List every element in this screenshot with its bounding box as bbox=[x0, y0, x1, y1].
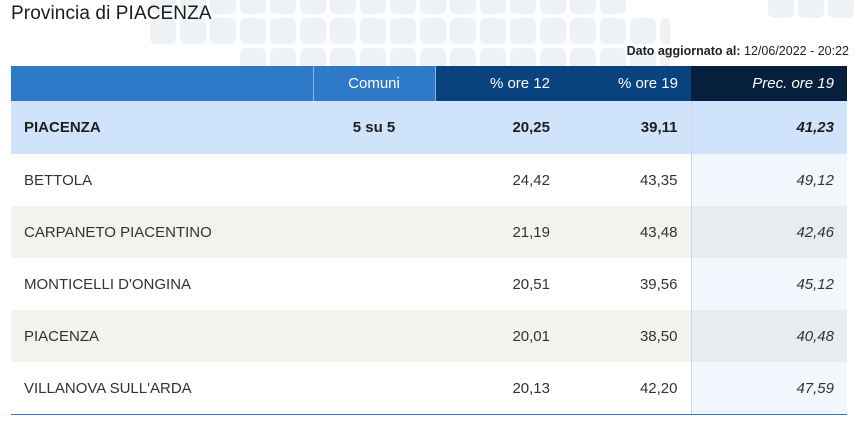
row-ore-12: 24,42 bbox=[435, 154, 563, 206]
decoration-square bbox=[330, 0, 356, 14]
decoration-square bbox=[630, 18, 656, 44]
row-name: VILLANOVA SULL'ARDA bbox=[11, 362, 313, 415]
row-prec-ore-19: 47,59 bbox=[690, 362, 847, 415]
decoration-square bbox=[420, 0, 446, 14]
decoration-square bbox=[240, 18, 266, 44]
decoration-square bbox=[420, 18, 446, 44]
row-name: BETTOLA bbox=[11, 154, 313, 206]
decoration-square bbox=[480, 0, 506, 14]
row-comuni bbox=[313, 362, 435, 415]
decoration-square bbox=[540, 48, 566, 68]
decoration-square bbox=[570, 18, 596, 44]
decoration-square bbox=[300, 48, 326, 68]
decoration-square bbox=[300, 0, 326, 14]
header-decoration bbox=[150, 0, 670, 68]
decoration-square bbox=[828, 0, 854, 18]
decoration-square bbox=[768, 0, 794, 18]
decoration-square bbox=[480, 18, 506, 44]
decoration-square bbox=[510, 0, 536, 14]
decoration-square bbox=[210, 0, 236, 14]
row-name: PIACENZA bbox=[11, 310, 313, 362]
decoration-square bbox=[270, 0, 296, 14]
decoration-square bbox=[360, 0, 386, 14]
decoration-square bbox=[600, 18, 626, 44]
table-row[interactable]: BETTOLA 24,42 43,35 49,12 bbox=[11, 154, 847, 206]
decoration-square bbox=[570, 0, 596, 14]
row-ore-19: 42,20 bbox=[563, 362, 691, 415]
decoration-square bbox=[480, 48, 506, 68]
table-row[interactable]: CARPANETO PIACENTINO 21,19 43,48 42,46 bbox=[11, 206, 847, 258]
row-comuni bbox=[313, 258, 435, 310]
decoration-square bbox=[450, 18, 476, 44]
row-comuni bbox=[313, 206, 435, 258]
header-decoration-right bbox=[760, 0, 855, 50]
row-prec-ore-19: 49,12 bbox=[690, 154, 847, 206]
province-total-row[interactable]: PIACENZA 5 su 5 20,25 39,11 41,23 bbox=[11, 101, 847, 154]
table-row[interactable]: PIACENZA 20,01 38,50 40,48 bbox=[11, 310, 847, 362]
decoration-square bbox=[600, 48, 626, 68]
decoration-square bbox=[450, 0, 476, 14]
table-row[interactable]: VILLANOVA SULL'ARDA 20,13 42,20 47,59 bbox=[11, 362, 847, 415]
total-prec-ore-19: 41,23 bbox=[690, 101, 847, 154]
decoration-square bbox=[510, 48, 536, 68]
header-ore-19[interactable]: % ore 19 bbox=[563, 66, 691, 101]
decoration-square bbox=[570, 48, 596, 68]
decoration-square bbox=[240, 0, 266, 14]
decoration-square bbox=[240, 48, 266, 68]
decoration-square bbox=[390, 48, 416, 68]
decoration-square bbox=[798, 0, 824, 18]
update-label: Dato aggiornato al: bbox=[626, 44, 741, 58]
total-ore-12: 20,25 bbox=[435, 101, 563, 154]
table-row[interactable]: MONTICELLI D'ONGINA 20,51 39,56 45,12 bbox=[11, 258, 847, 310]
row-ore-19: 43,48 bbox=[563, 206, 691, 258]
decoration-square bbox=[660, 18, 670, 44]
row-prec-ore-19: 42,46 bbox=[690, 206, 847, 258]
header-name bbox=[11, 66, 314, 101]
row-ore-19: 38,50 bbox=[563, 310, 691, 362]
row-ore-19: 43,35 bbox=[563, 154, 691, 206]
row-ore-12: 20,01 bbox=[435, 310, 563, 362]
turnout-table: Comuni % ore 12 % ore 19 Prec. ore 19 PI… bbox=[11, 66, 847, 415]
decoration-square bbox=[540, 18, 566, 44]
row-name: MONTICELLI D'ONGINA bbox=[11, 258, 313, 310]
row-ore-12: 20,51 bbox=[435, 258, 563, 310]
row-ore-19: 39,56 bbox=[563, 258, 691, 310]
total-comuni: 5 su 5 bbox=[313, 101, 435, 154]
row-ore-12: 20,13 bbox=[435, 362, 563, 415]
decoration-square bbox=[270, 48, 296, 68]
row-prec-ore-19: 45,12 bbox=[690, 258, 847, 310]
total-name: PIACENZA bbox=[11, 101, 313, 154]
decoration-square bbox=[450, 48, 476, 68]
total-ore-19: 39,11 bbox=[563, 101, 691, 154]
decoration-square bbox=[600, 0, 626, 14]
table-header-row: Comuni % ore 12 % ore 19 Prec. ore 19 bbox=[11, 66, 847, 101]
decoration-square bbox=[390, 0, 416, 14]
decoration-square bbox=[270, 18, 296, 44]
header-prec-ore-19[interactable]: Prec. ore 19 bbox=[691, 66, 847, 101]
decoration-square bbox=[420, 48, 446, 68]
decoration-square bbox=[540, 0, 566, 14]
decoration-square bbox=[330, 48, 356, 68]
decoration-square bbox=[330, 18, 356, 44]
decoration-square bbox=[210, 18, 236, 44]
decoration-square bbox=[510, 18, 536, 44]
decoration-square bbox=[300, 18, 326, 44]
decoration-square bbox=[360, 48, 386, 68]
row-ore-12: 21,19 bbox=[435, 206, 563, 258]
row-comuni bbox=[313, 310, 435, 362]
decoration-square bbox=[390, 18, 416, 44]
header-ore-12[interactable]: % ore 12 bbox=[435, 66, 563, 101]
update-timestamp: Dato aggiornato al: 12/06/2022 - 20:22 bbox=[627, 44, 849, 58]
row-comuni bbox=[313, 154, 435, 206]
decoration-square bbox=[360, 18, 386, 44]
row-name: CARPANETO PIACENTINO bbox=[11, 206, 313, 258]
header-comuni[interactable]: Comuni bbox=[313, 66, 436, 101]
row-prec-ore-19: 40,48 bbox=[690, 310, 847, 362]
update-value: 12/06/2022 - 20:22 bbox=[744, 44, 849, 58]
page-title: Provincia di PIACENZA bbox=[11, 3, 212, 24]
